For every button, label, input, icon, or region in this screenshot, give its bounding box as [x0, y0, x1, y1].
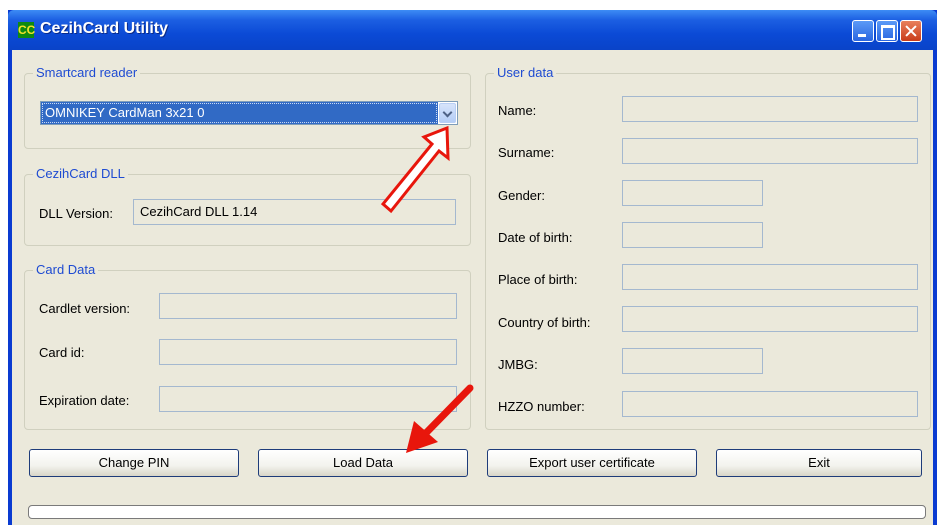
dll-version-label: DLL Version: — [39, 206, 113, 221]
change-pin-button[interactable]: Change PIN — [29, 449, 239, 477]
surname-field[interactable] — [622, 138, 918, 164]
reader-select[interactable]: OMNIKEY CardMan 3x21 0 — [40, 101, 458, 125]
expiration-date-label: Expiration date: — [39, 393, 130, 408]
jmbg-field[interactable] — [622, 348, 763, 374]
progress-bar — [28, 505, 926, 519]
group-title: Card Data — [33, 262, 99, 277]
group-title: User data — [494, 65, 557, 80]
surname-label: Surname: — [498, 145, 555, 160]
name-field[interactable] — [622, 96, 918, 122]
gender-field[interactable] — [622, 180, 763, 206]
date-of-birth-label: Date of birth: — [498, 230, 573, 245]
minimize-button[interactable] — [852, 20, 874, 42]
export-user-certificate-button[interactable]: Export user certificate — [487, 449, 697, 477]
cardlet-version-label: Cardlet version: — [39, 301, 131, 316]
window-title: CezihCard Utility — [40, 20, 169, 37]
country-of-birth-label: Country of birth: — [498, 315, 591, 330]
jmbg-label: JMBG: — [498, 357, 538, 372]
title-bar[interactable]: CC CezihCard Utility — [8, 10, 937, 50]
name-label: Name: — [498, 103, 537, 118]
load-data-button[interactable]: Load Data — [258, 449, 468, 477]
gender-label: Gender: — [498, 188, 545, 203]
date-of-birth-field[interactable] — [622, 222, 763, 248]
user-data-group: User data — [485, 65, 931, 430]
expiration-date-field[interactable] — [159, 386, 457, 412]
close-button[interactable] — [900, 20, 922, 42]
reader-select-value: OMNIKEY CardMan 3x21 0 — [41, 102, 438, 124]
cardlet-version-field[interactable] — [159, 293, 457, 319]
group-title: Smartcard reader — [33, 65, 141, 80]
place-of-birth-label: Place of birth: — [498, 272, 578, 287]
hzzo-number-field[interactable] — [622, 391, 918, 417]
exit-button[interactable]: Exit — [716, 449, 922, 477]
hzzo-number-label: HZZO number: — [498, 399, 585, 414]
maximize-button[interactable] — [876, 20, 898, 42]
card-id-label: Card id: — [39, 345, 85, 360]
group-title: CezihCard DLL — [33, 166, 128, 181]
client-area: Smartcard reader OMNIKEY CardMan 3x21 0 … — [12, 50, 933, 525]
chevron-down-icon[interactable] — [439, 103, 456, 123]
place-of-birth-field[interactable] — [622, 264, 918, 290]
country-of-birth-field[interactable] — [622, 306, 918, 332]
app-icon: CC — [18, 22, 36, 38]
dll-version-field: CezihCard DLL 1.14 — [133, 199, 456, 225]
card-id-field[interactable] — [159, 339, 457, 365]
